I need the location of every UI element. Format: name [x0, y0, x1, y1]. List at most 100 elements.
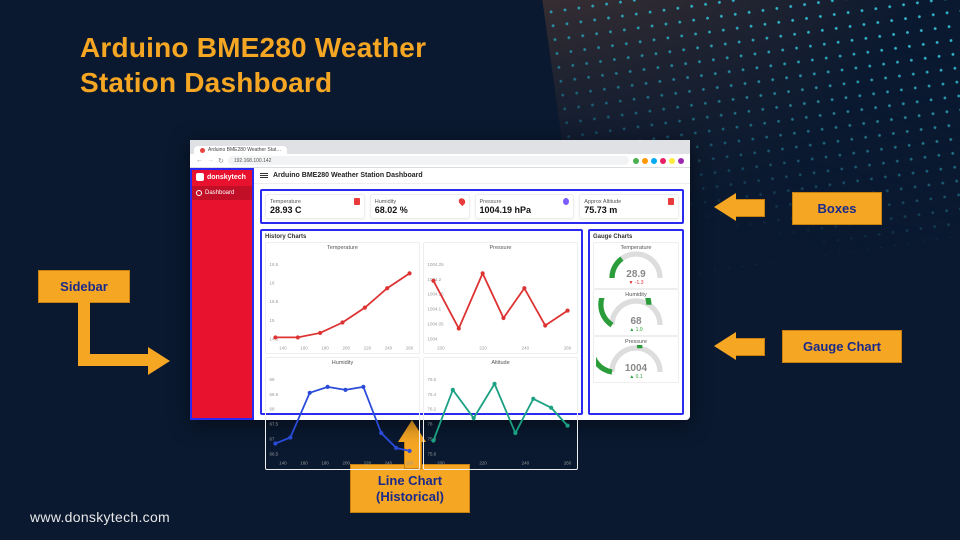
chart-svg: 14.51515.51616.5140160180200220240260 [268, 251, 417, 352]
history-grid: Temperature 14.51515.51616.5140160180200… [265, 242, 578, 410]
svg-text:75.6: 75.6 [427, 452, 436, 457]
metric-label: Approx Altitude [584, 199, 621, 205]
svg-text:1004.25: 1004.25 [427, 262, 444, 267]
metric-value: 68.02 % [375, 205, 465, 215]
slide-title: Arduino BME280 Weather Station Dashboard [80, 30, 426, 100]
thermometer-icon [354, 198, 360, 205]
svg-text:240: 240 [522, 461, 530, 466]
svg-text:260: 260 [564, 461, 572, 466]
browser-window: Arduino BME280 Weather Stat… ← → ↻ 192.1… [190, 140, 690, 420]
line-chart-altitude[interactable]: Altitude 75.675.87676.276.476.6200220240… [423, 357, 578, 469]
svg-text:260: 260 [406, 345, 414, 350]
svg-text:15.5: 15.5 [269, 299, 278, 304]
svg-text:200: 200 [343, 461, 351, 466]
svg-text:140: 140 [279, 461, 287, 466]
reload-icon[interactable]: ↻ [218, 157, 224, 165]
svg-text:1004.1: 1004.1 [427, 307, 441, 312]
page-title: Arduino BME280 Weather Station Dashboard [273, 172, 423, 179]
browser-toolbar: ← → ↻ 192.168.100.142 [190, 154, 690, 167]
history-title: History Charts [265, 234, 578, 240]
extension-icons [633, 158, 684, 164]
svg-text:76.4: 76.4 [427, 392, 436, 397]
svg-text:1004: 1004 [427, 336, 437, 341]
sidebar: donskytech Dashboard [190, 168, 254, 420]
slide-title-line2: Station Dashboard [80, 67, 332, 98]
svg-text:260: 260 [406, 461, 414, 466]
svg-text:240: 240 [522, 345, 530, 350]
app-shell: donskytech Dashboard Arduino BME280 Weat… [190, 168, 690, 420]
content: Temperature 28.93 C Humidity 68.02 % Pre… [254, 184, 690, 420]
gauge-humidity[interactable]: Humidity 68 ▲ 1.9 [593, 289, 679, 336]
metric-label: Pressure [480, 199, 502, 205]
favicon-icon [200, 148, 205, 153]
history-charts-panel: History Charts Temperature 14.51515.5161… [260, 229, 583, 415]
browser-tab[interactable]: Arduino BME280 Weather Stat… [194, 146, 287, 154]
gauge-title: Gauge Charts [593, 234, 679, 240]
line-chart-temperature[interactable]: Temperature 14.51515.51616.5140160180200… [265, 242, 420, 354]
ext-icon[interactable] [660, 158, 666, 164]
callout-linechart-l1: Line Chart [378, 473, 442, 488]
svg-text:1004.05: 1004.05 [427, 321, 444, 326]
metric-value: 1004.19 hPa [480, 205, 570, 215]
svg-text:15: 15 [269, 318, 274, 323]
gauge-charts-panel: Gauge Charts Temperature 28.9 ▼ -1.3 Hum… [588, 229, 684, 415]
svg-text:220: 220 [479, 345, 487, 350]
svg-text:76.2: 76.2 [427, 407, 436, 412]
metric-value: 75.73 m [584, 205, 674, 215]
svg-text:140: 140 [279, 345, 287, 350]
ext-icon[interactable] [669, 158, 675, 164]
svg-text:160: 160 [300, 461, 308, 466]
svg-text:200: 200 [437, 345, 445, 350]
ext-icon[interactable] [651, 158, 657, 164]
browser-tab-title: Arduino BME280 Weather Stat… [208, 147, 281, 153]
gauge-icon [196, 190, 202, 196]
gauge-temperature[interactable]: Temperature 28.9 ▼ -1.3 [593, 242, 679, 289]
footer-url: www.donskytech.com [30, 509, 170, 525]
svg-text:220: 220 [479, 461, 487, 466]
hamburger-icon[interactable] [260, 173, 268, 178]
ext-icon[interactable] [633, 158, 639, 164]
ext-icon[interactable] [678, 158, 684, 164]
svg-text:160: 160 [300, 345, 308, 350]
sidebar-item-label: Dashboard [205, 190, 234, 196]
callout-linechart-l2: (Historical) [376, 489, 444, 504]
metric-box-temperature: Temperature 28.93 C [265, 194, 365, 219]
svg-text:200: 200 [437, 461, 445, 466]
url-field[interactable]: 192.168.100.142 [228, 156, 629, 165]
ext-icon[interactable] [642, 158, 648, 164]
line-chart-pressure[interactable]: Pressure 10041004.051004.11004.151004.21… [423, 242, 578, 354]
svg-text:76.6: 76.6 [427, 377, 436, 382]
svg-text:16.5: 16.5 [269, 262, 278, 267]
forward-icon[interactable]: → [207, 157, 214, 164]
sidebar-item-dashboard[interactable]: Dashboard [190, 186, 254, 200]
chart-svg: 10041004.051004.11004.151004.21004.25200… [426, 251, 575, 352]
svg-text:220: 220 [364, 461, 372, 466]
metric-boxes: Temperature 28.93 C Humidity 68.02 % Pre… [260, 189, 684, 224]
main-area: Arduino BME280 Weather Station Dashboard… [254, 168, 690, 420]
topbar: Arduino BME280 Weather Station Dashboard [254, 168, 690, 184]
metric-label: Humidity [375, 199, 396, 205]
arrow-left-icon [714, 193, 736, 221]
gauge-pressure[interactable]: Pressure 1004 ▲ 0.1 [593, 336, 679, 383]
svg-text:16: 16 [269, 281, 274, 286]
svg-text:200: 200 [343, 345, 351, 350]
svg-text:180: 180 [321, 345, 329, 350]
line-chart-humidity[interactable]: Humidity 66.56767.56868.5691401601802002… [265, 357, 420, 469]
svg-text:260: 260 [564, 345, 572, 350]
charts-row: History Charts Temperature 14.51515.5161… [260, 229, 684, 415]
callout-linechart: Line Chart (Historical) [350, 464, 470, 513]
browser-tabbar[interactable]: Arduino BME280 Weather Stat… [190, 140, 690, 154]
mountain-icon [668, 198, 674, 205]
slide-title-line1: Arduino BME280 Weather [80, 32, 426, 63]
callout-sidebar: Sidebar [38, 270, 130, 303]
gauge-icon [563, 198, 569, 205]
brand[interactable]: donskytech [190, 168, 254, 186]
brand-logo-icon [196, 173, 204, 181]
back-icon[interactable]: ← [196, 157, 203, 164]
brand-text: donskytech [207, 174, 246, 181]
chart-svg: 75.675.87676.276.476.6200220240260 [426, 366, 575, 467]
metric-label: Temperature [270, 199, 301, 205]
svg-text:240: 240 [385, 345, 393, 350]
svg-text:67: 67 [269, 437, 274, 442]
svg-text:76: 76 [427, 422, 432, 427]
